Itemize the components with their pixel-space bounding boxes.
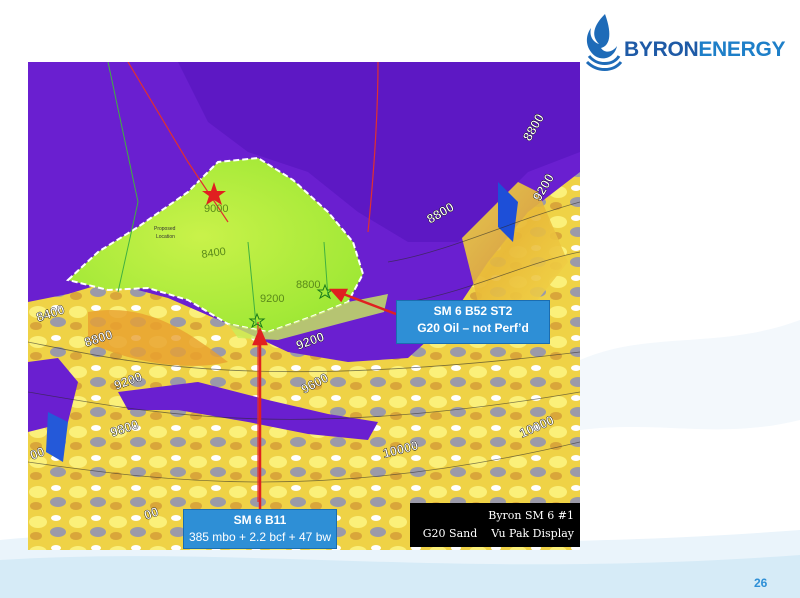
logo-brand-secondary: ENERGY xyxy=(698,38,786,61)
contour-label: 8800 xyxy=(296,279,320,291)
callout-b11-subtitle: 385 mbo + 2.2 bcf + 47 bw xyxy=(188,530,332,544)
contour-label: 9200 xyxy=(260,293,284,305)
flame-logo-icon xyxy=(585,14,623,71)
callout-b52-subtitle: G20 Oil – not Perf’d xyxy=(417,321,529,335)
location-label: Location xyxy=(156,234,175,240)
page-number: 26 xyxy=(754,576,768,590)
callout-b11-title: SM 6 B11 xyxy=(233,513,287,527)
callout-sm6-b52-st2: SM 6 B52 ST2 G20 Oil – not Perf’d xyxy=(396,300,550,344)
contour-label: 9000 xyxy=(204,203,228,215)
display-legend: Byron SM 6 #1 G20 Sand Vu Pak Display xyxy=(410,503,580,547)
callout-sm6-b11: SM 6 B11 385 mbo + 2.2 bcf + 47 bw xyxy=(183,509,337,549)
legend-line-2: G20 Sand Vu Pak Display xyxy=(422,527,574,540)
legend-line-1: Byron SM 6 #1 xyxy=(488,509,574,522)
callout-b52-title: SM 6 B52 ST2 xyxy=(433,304,513,318)
proposed-label: Proposed xyxy=(154,226,176,232)
logo-brand-primary: BYRON xyxy=(624,38,699,61)
logo-wordmark: BYRONENERGY xyxy=(624,38,786,62)
